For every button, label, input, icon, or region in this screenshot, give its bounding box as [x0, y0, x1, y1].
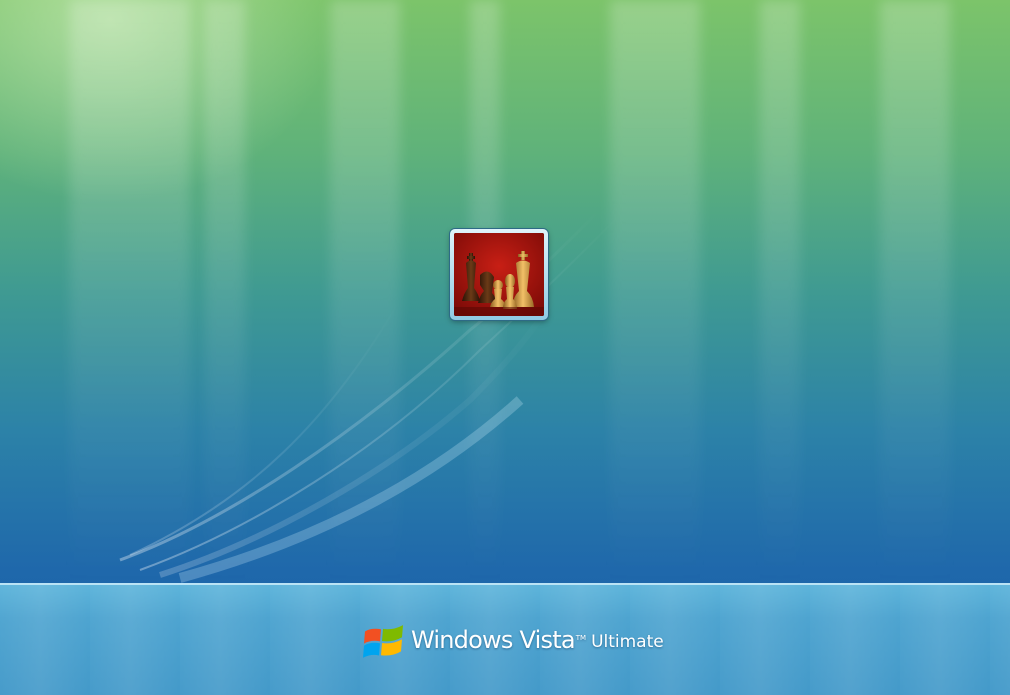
- windows-vista-branding: Windows Vista TM Ultimate: [361, 618, 664, 662]
- chess-pieces-picture: [454, 233, 544, 316]
- brand-vista-text: Vista: [519, 626, 576, 654]
- windows-flag-icon: [363, 625, 403, 658]
- edition-label: Ultimate: [591, 632, 664, 652]
- trademark-mark: TM: [575, 634, 587, 642]
- brand-windows-text: Windows: [411, 626, 513, 654]
- user-account-tile[interactable]: [450, 229, 548, 320]
- logon-screen: Windows Vista TM Ultimate: [0, 0, 1010, 695]
